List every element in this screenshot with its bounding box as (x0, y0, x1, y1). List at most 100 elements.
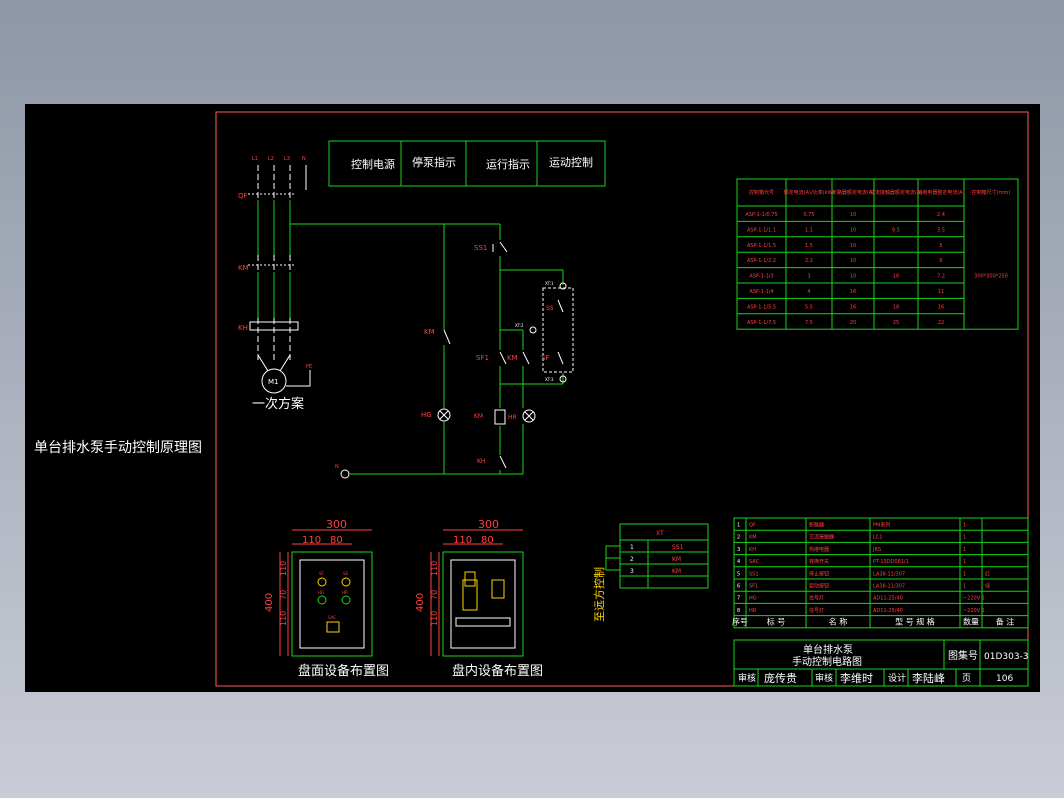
phase-label-l3: L3 (284, 156, 290, 162)
spec-cell: ASP-1-1/1.1 (747, 227, 776, 233)
bom-cell: SAC (749, 559, 760, 565)
bom-cell: JRS (872, 547, 881, 553)
xt-title: XT (656, 530, 664, 537)
xt-row1-label: SS1 (672, 544, 684, 551)
spec-cell: 25 (893, 320, 899, 326)
front-height-label: 400 (264, 593, 275, 612)
bom-header-0: 序号 (732, 617, 748, 627)
spec-cell: ASP-1-1/2.2 (747, 258, 776, 264)
spec-cell: 2.4 (937, 212, 945, 218)
spec-cell: 6 (939, 258, 942, 264)
spec-cell: ASP-1-1/7.5 (747, 320, 776, 326)
ss1-label: SS1 (474, 244, 487, 252)
bom-cell: 1 (963, 571, 966, 577)
sf1-label: SF1 (476, 354, 489, 362)
bom-header-5: 备 注 (996, 617, 1015, 627)
bom-cell: HR (749, 608, 757, 614)
spec-cell: ASP-1-1/5.5 (747, 304, 776, 310)
bom-cell: 1 (963, 535, 966, 541)
spec-cell: 18 (893, 274, 899, 280)
bom-cell: 8 (737, 608, 740, 614)
header-run-indicator: 运行指示 (486, 157, 530, 171)
km-label: KM (238, 264, 249, 272)
spec-cell: 10 (850, 212, 856, 218)
front-sub-110: 110 (302, 535, 321, 546)
bom-cell: LA38-11/307 (873, 584, 905, 590)
atlas-value: 01D303-3 (984, 652, 1029, 662)
n-terminal-label: N (335, 464, 339, 470)
front-device-ss: SS (343, 571, 349, 576)
front-device-hr: HR (342, 590, 348, 595)
hr-label: HR (508, 414, 517, 421)
motor-label: M1 (268, 378, 279, 386)
spec-header-3: 交流接触器额定电流(A) (870, 189, 922, 196)
spec-cell: 0.75 (803, 212, 814, 218)
inner-height-label: 400 (415, 593, 426, 612)
spec-cell: 16 (850, 304, 856, 310)
spec-cell: 16 (938, 304, 944, 310)
hg-label: HG (421, 411, 432, 419)
bom-cell: KM (749, 535, 757, 541)
bom-header-4: 数量 (963, 617, 979, 627)
bom-cell: 3 (737, 547, 740, 553)
spec-cell: 1.1 (805, 227, 813, 233)
spec-cell: 4 (807, 289, 810, 295)
bom-cell: 热继电器 (809, 546, 829, 553)
spec-cell: 16 (850, 289, 856, 295)
bom-cell: ~220V 1 (963, 608, 985, 614)
bom-cell: 信号灯 (809, 607, 824, 614)
bom-cell: LA38-11/307 (873, 571, 905, 577)
inner-sub-80: 80 (481, 535, 494, 546)
spec-cell: ASP-1-1/1.5 (747, 243, 776, 249)
inner-side-70: 70 (430, 590, 439, 600)
spec-header-2: 断路器额定电流(A) (832, 189, 874, 196)
inner-side-110b: 110 (430, 611, 439, 626)
review-label: 审核 (738, 672, 756, 684)
bom-cell: 7 (737, 596, 740, 602)
spec-cell: ASP-1-1/0.75 (745, 212, 777, 218)
bom-cell: 红 (985, 570, 990, 577)
qf-label: QF (238, 192, 248, 200)
phase-label-l2: L2 (268, 156, 274, 162)
spec-cell: 18 (893, 304, 899, 310)
spec-cell: 10 (850, 227, 856, 233)
xt-row2-num: 2 (630, 556, 634, 563)
spec-cell: 5 (939, 243, 942, 249)
bom-cell: 信号灯 (809, 595, 824, 602)
inner-caption: 盘内设备布置图 (452, 663, 543, 679)
inner-width-label: 300 (478, 518, 499, 531)
cad-drawing: 单台排水泵手动控制原理图 L1 L2 L3 N QF KM KH M1 PE 一… (25, 104, 1040, 692)
bom-cell: LC1 (873, 535, 882, 541)
spec-cell: 5.5 (805, 304, 813, 310)
bom-cell: QF (749, 523, 756, 529)
bom-cell: AD11-25/40 (873, 596, 903, 602)
xt-row3-num: 3 (630, 568, 634, 575)
sf-remote-label: SF (541, 354, 549, 362)
bom-cell: 6 (737, 584, 740, 590)
km-hold-label: KM (507, 354, 518, 362)
bom-cell: 1 (963, 559, 966, 565)
bom-cell: 断路器 (809, 522, 824, 529)
bom-cell: 1 (963, 584, 966, 590)
bom-cell: 1 (737, 523, 740, 529)
bom-cell: 转换开关 (809, 558, 829, 565)
bom-cell: 5 (737, 571, 740, 577)
front-side-70: 70 (279, 590, 288, 600)
spec-cell: 9.5 (892, 227, 900, 233)
bom-header-1: 标 号 (767, 617, 786, 627)
design-label: 设计 (888, 672, 906, 684)
designer-name: 李陆峰 (912, 671, 945, 685)
page-label: 页 (962, 673, 971, 684)
front-sub-80: 80 (330, 535, 343, 546)
spec-cell: 1.5 (805, 243, 813, 249)
spec-header-0: 控制箱代号 (749, 189, 774, 196)
check-label: 审核 (815, 672, 833, 684)
bom-cell: 1 (963, 547, 966, 553)
terminal-xt3: XT:3 (545, 377, 554, 382)
remote-caption: 至远方控制 (592, 567, 606, 622)
spec-cell: 300*300*250 (974, 274, 1008, 280)
bom-cell: 起动按钮 (809, 583, 829, 590)
phase-label-l1: L1 (252, 156, 258, 162)
spec-cell: 22 (938, 320, 944, 326)
spec-header-4: 热继电器整定电流(A) (917, 189, 964, 196)
